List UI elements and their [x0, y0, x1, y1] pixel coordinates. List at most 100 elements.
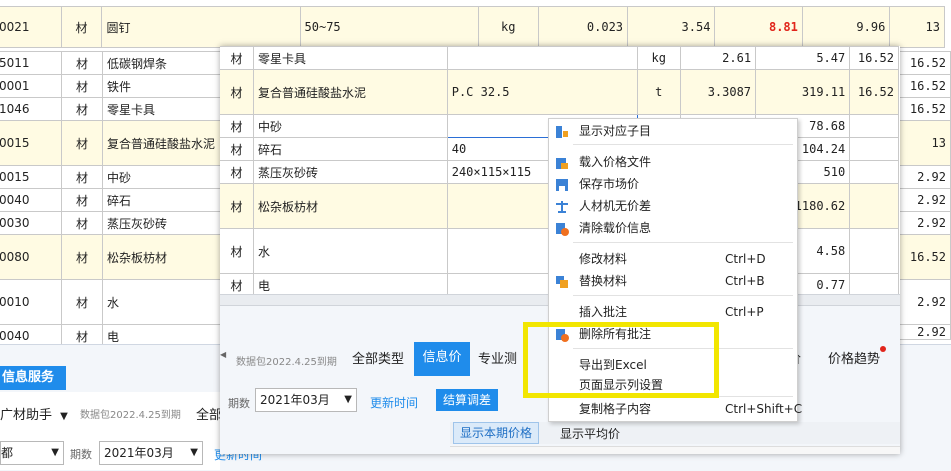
save-price-icon: [555, 177, 569, 191]
bg-package-note: 数据包2022.4.25到期: [80, 410, 181, 421]
cell-price: [849, 183, 899, 229]
cell-type: 材: [61, 51, 103, 75]
cell-type: 材: [61, 279, 103, 325]
cell-type: 材: [220, 114, 254, 138]
clear-icon: [555, 221, 569, 236]
tab-professional[interactable]: 专业测: [478, 344, 517, 376]
menu-item-insert-comment[interactable]: 插入批注 Ctrl+P: [549, 301, 797, 323]
menu-item-no-price-diff[interactable]: 人材机无价差: [549, 195, 797, 217]
menu-shortcut: Ctrl+B: [725, 274, 765, 288]
cell-type: 材: [220, 46, 254, 70]
menu-item-replace-material[interactable]: 替换材料 Ctrl+B: [549, 270, 797, 292]
cell-price: 16.52: [898, 234, 951, 280]
bg-period-select[interactable]: 2021年03月 ▼: [99, 441, 203, 465]
cell-type: 材: [60, 6, 103, 48]
cell-code: 0080: [0, 234, 62, 280]
cell-price: 13: [889, 6, 945, 48]
cell-price: 2.92: [898, 279, 951, 325]
cell-type: 材: [61, 97, 103, 121]
highlight-box: [523, 322, 719, 398]
bg-top-row: 0021 材 圆钉 50~75 kg 0.023 3.54 8.81 9.96 …: [0, 6, 945, 48]
update-time-button[interactable]: 更新时间: [370, 394, 418, 411]
cell-name: 水: [102, 279, 222, 325]
cell-price: 16.52: [898, 51, 951, 75]
cell-type: 材: [220, 228, 254, 274]
cell-code: 1046: [0, 97, 62, 121]
cell-price: 9.96: [801, 6, 891, 48]
fg-table-header: [450, 446, 900, 454]
bg-city-select[interactable]: 都 ▼: [0, 441, 64, 465]
cell-name: 蒸压灰砂砖: [252, 160, 448, 184]
fg-period-select[interactable]: 2021年03月 ▼: [255, 388, 357, 412]
cell-code: 0010: [0, 279, 62, 325]
bg-all-tab[interactable]: 全部: [196, 404, 222, 423]
cell-price: 3.54: [627, 6, 716, 48]
collapse-arrow-icon[interactable]: ◀: [220, 350, 226, 359]
menu-item-save-market-price[interactable]: 保存市场价: [549, 173, 797, 195]
bg-right-column: 16.52 16.52 16.52 13 2.92 2.92 2.92 16.5…: [898, 51, 951, 340]
cell-price: 0.023: [537, 6, 629, 48]
bg-assistant-label: 广材助手: [0, 408, 53, 423]
tab-info-price[interactable]: 信息价: [414, 342, 470, 376]
cell-code: 0030: [0, 211, 62, 235]
cell-name: 碎石: [252, 137, 448, 161]
cell-name: 复合普通硅酸盐水泥: [102, 120, 222, 166]
cell-code: 0015: [0, 120, 62, 166]
menu-item-clear-price-info[interactable]: 清除载价信息: [549, 217, 797, 239]
cell-price: 13: [898, 120, 951, 166]
cell-name: 碎石: [102, 188, 222, 212]
cell-spec: [446, 46, 638, 70]
menu-shortcut: Ctrl+Shift+C: [725, 402, 803, 416]
bg-info-tab[interactable]: 信息服务: [0, 366, 66, 390]
cell-type: 材: [61, 74, 103, 98]
caret-down-icon: ▼: [344, 394, 352, 405]
cell-name: 铁件: [102, 74, 222, 98]
subtab-average-price[interactable]: 显示平均价: [560, 425, 620, 442]
menu-item-copy-cell[interactable]: 复制格子内容 Ctrl+Shift+C: [549, 398, 802, 420]
bg-city-value: 都: [1, 446, 14, 460]
cell-code: 0001: [0, 74, 62, 98]
tab-price-trend[interactable]: 价格趋势: [828, 344, 880, 376]
menu-shortcut: Ctrl+P: [725, 305, 764, 319]
menu-label: 保存市场价: [579, 177, 640, 191]
cell-name: 水: [252, 228, 448, 274]
menu-label: 清除载价信息: [579, 221, 652, 235]
cell-unit: t: [636, 69, 681, 115]
cell-type: 材: [61, 165, 103, 189]
bg-period-label: 期数: [70, 448, 92, 461]
cell-name: 中砂: [102, 165, 222, 189]
bg-assistant-dropdown[interactable]: 广材助手 ▼: [0, 404, 68, 423]
menu-label: 复制格子内容: [579, 402, 652, 416]
cell-type: 材: [61, 211, 103, 235]
cell-spec: P.C 32.5: [446, 69, 638, 115]
menu-item-show-subitem[interactable]: 显示对应子目: [549, 120, 797, 142]
cell-code: 5011: [0, 51, 62, 75]
cell-price: 16.52: [898, 74, 951, 98]
cell-code: 0015: [0, 165, 62, 189]
menu-separator: [573, 242, 793, 243]
menu-item-edit-material[interactable]: 修改材料 Ctrl+D: [549, 248, 797, 270]
notification-dot-icon: [880, 346, 886, 352]
cell-type: 材: [220, 183, 254, 229]
cell-unit: kg: [477, 6, 539, 48]
settlement-adjust-button[interactable]: 结算调差: [436, 389, 498, 411]
cell-price: 16.52: [849, 46, 899, 70]
caret-down-icon: ▼: [51, 447, 59, 458]
cell-spec: 50~75: [299, 6, 479, 48]
menu-label: 修改材料: [579, 252, 628, 266]
cell-price: [849, 114, 899, 138]
cell-price: [849, 160, 899, 184]
cell-price: 16.52: [849, 69, 899, 115]
menu-item-load-price-file[interactable]: 载入价格文件: [549, 151, 797, 173]
cell-price-highlight: 8.81: [714, 6, 803, 48]
cell-price: 2.61: [679, 46, 757, 70]
scale-icon: [555, 199, 569, 213]
menu-separator: [573, 144, 793, 145]
replace-icon: [555, 274, 569, 288]
cell-name: 松杂板枋材: [252, 183, 448, 229]
cell-price: [849, 137, 899, 161]
subtab-current-price[interactable]: 显示本期价格: [453, 422, 539, 444]
fg-period-label: 期数: [228, 397, 250, 410]
cell-name: 中砂: [252, 114, 448, 138]
tab-all-types[interactable]: 全部类型: [352, 344, 404, 376]
